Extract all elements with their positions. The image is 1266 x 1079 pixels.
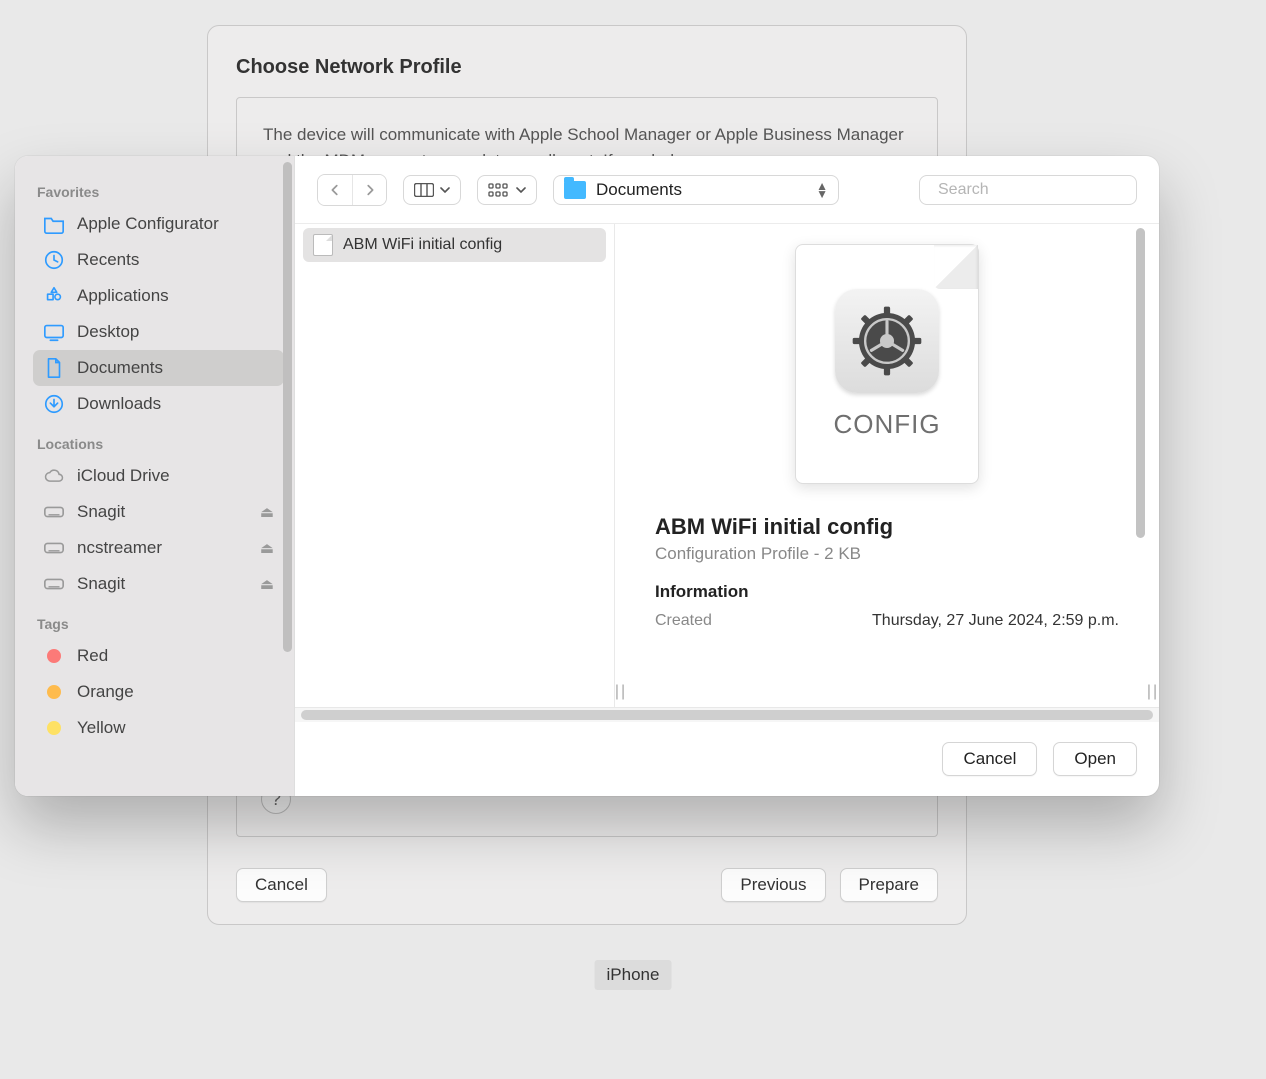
sidebar-item-label: Snagit <box>77 574 125 594</box>
tag-icon <box>43 681 65 703</box>
sidebar-item-downloads[interactable]: Downloads <box>33 386 284 422</box>
tag-icon <box>43 645 65 667</box>
sidebar-item-yellow[interactable]: Yellow <box>33 710 284 746</box>
column-resize-handle[interactable]: || <box>1147 224 1159 707</box>
page-fold-icon <box>934 245 978 289</box>
sidebar-item-label: Orange <box>77 682 134 702</box>
bg-cancel-button[interactable]: Cancel <box>236 868 327 902</box>
nav-group <box>317 174 387 206</box>
chevron-down-icon <box>440 187 450 193</box>
eject-icon[interactable]: ⏏ <box>260 539 274 557</box>
sidebar-item-label: Recents <box>77 250 139 270</box>
sidebar-item-applications[interactable]: Applications <box>33 278 284 314</box>
sidebar-item-label: Red <box>77 646 108 666</box>
bg-previous-button[interactable]: Previous <box>721 868 825 902</box>
sidebar-item-label: Yellow <box>77 718 126 738</box>
folder-icon <box>564 181 586 199</box>
eject-icon[interactable]: ⏏ <box>260 575 274 593</box>
file-column: ABM WiFi initial config <box>295 224 615 707</box>
eject-icon[interactable]: ⏏ <box>260 503 274 521</box>
search-field-wrap <box>919 175 1137 205</box>
sidebar-heading: Tags <box>33 602 284 638</box>
location-label: Documents <box>596 180 806 200</box>
download-icon <box>43 393 65 415</box>
file-browser: ABM WiFi initial config || <box>295 224 1159 708</box>
preview-title: ABM WiFi initial config <box>655 514 1119 540</box>
search-input[interactable] <box>938 181 1145 199</box>
updown-icon: ▲▼ <box>816 182 828 198</box>
preview-scrollbar[interactable] <box>1136 228 1145 538</box>
bg-prepare-button[interactable]: Prepare <box>840 868 938 902</box>
preview-info-row: Created Thursday, 27 June 2024, 2:59 p.m. <box>655 612 1119 630</box>
sidebar-heading: Favorites <box>33 170 284 206</box>
preview-info-value: Thursday, 27 June 2024, 2:59 p.m. <box>872 612 1119 630</box>
sidebar-item-label: Snagit <box>77 502 125 522</box>
open-button[interactable]: Open <box>1053 742 1137 776</box>
sidebar-item-apple-configurator[interactable]: Apple Configurator <box>33 206 284 242</box>
sidebar-item-label: Downloads <box>77 394 161 414</box>
sidebar-item-icloud-drive[interactable]: iCloud Drive <box>33 458 284 494</box>
cloud-icon <box>43 465 65 487</box>
bg-button-row: Cancel Previous Prepare <box>236 868 938 902</box>
location-picker[interactable]: Documents ▲▼ <box>553 175 839 205</box>
sidebar-item-orange[interactable]: Orange <box>33 674 284 710</box>
footer: Cancel Open <box>295 722 1159 796</box>
sidebar-item-snagit[interactable]: Snagit ⏏ <box>33 566 284 602</box>
bg-title: Choose Network Profile <box>236 56 938 79</box>
column-resize-handle[interactable]: || <box>615 224 627 707</box>
file-row[interactable]: ABM WiFi initial config <box>303 228 606 262</box>
preview-icon-label: CONFIG <box>833 409 940 440</box>
forward-button[interactable] <box>352 175 386 205</box>
disk-icon <box>43 501 65 523</box>
sidebar-item-label: Desktop <box>77 322 139 342</box>
toolbar: Documents ▲▼ <box>295 156 1159 224</box>
sidebar-item-red[interactable]: Red <box>33 638 284 674</box>
preview-subtitle: Configuration Profile - 2 KB <box>655 544 1119 564</box>
disk-icon <box>43 537 65 559</box>
cancel-button[interactable]: Cancel <box>942 742 1037 776</box>
sidebar-heading: Locations <box>33 422 284 458</box>
file-picker-sheet: Favorites Apple Configurator Recents Applic… <box>15 156 1159 796</box>
main-column: Documents ▲▼ ABM WiFi initial config || <box>295 156 1159 796</box>
preview-pane: CONFIG ABM WiFi initial config Configura… <box>627 224 1147 707</box>
preview-file-icon: CONFIG <box>795 244 979 484</box>
horizontal-scrollbar-thumb[interactable] <box>301 710 1153 720</box>
back-button[interactable] <box>318 175 352 205</box>
view-columns-button[interactable] <box>403 175 461 205</box>
folder-icon <box>43 213 65 235</box>
sidebar-item-ncstreamer[interactable]: ncstreamer ⏏ <box>33 530 284 566</box>
preview-info-key: Created <box>655 612 712 630</box>
app-icon <box>43 285 65 307</box>
file-name: ABM WiFi initial config <box>343 236 502 254</box>
horizontal-scrollbar-track[interactable] <box>295 708 1159 722</box>
sidebar-item-label: Applications <box>77 286 169 306</box>
clock-icon <box>43 249 65 271</box>
sidebar-item-recents[interactable]: Recents <box>33 242 284 278</box>
sidebar-item-snagit[interactable]: Snagit ⏏ <box>33 494 284 530</box>
document-icon <box>43 357 65 379</box>
file-icon <box>313 234 333 256</box>
sidebar-item-label: Documents <box>77 358 163 378</box>
group-by-button[interactable] <box>477 175 537 205</box>
gear-icon <box>835 289 939 393</box>
sidebar-scrollbar[interactable] <box>283 162 292 652</box>
sidebar-item-documents[interactable]: Documents <box>33 350 284 386</box>
sidebar: Favorites Apple Configurator Recents Applic… <box>15 156 295 796</box>
chevron-down-icon <box>516 187 526 193</box>
sidebar-item-label: iCloud Drive <box>77 466 170 486</box>
desktop-icon <box>43 321 65 343</box>
disk-icon <box>43 573 65 595</box>
sidebar-item-desktop[interactable]: Desktop <box>33 314 284 350</box>
device-label: iPhone <box>595 960 672 990</box>
sidebar-item-label: ncstreamer <box>77 538 162 558</box>
preview-info-heading: Information <box>655 582 1119 602</box>
sidebar-item-label: Apple Configurator <box>77 214 219 234</box>
tag-icon <box>43 717 65 739</box>
